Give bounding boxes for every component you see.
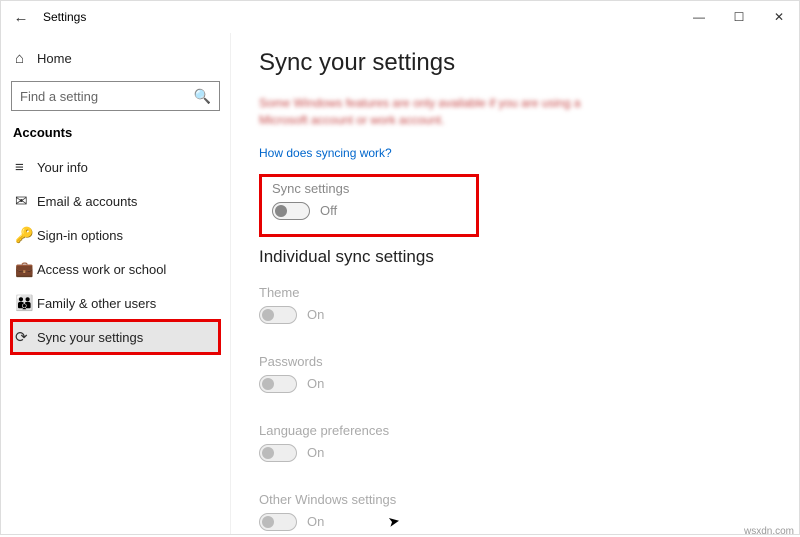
sync-settings-label: Sync settings [272,181,466,196]
sidebar-item-your-info[interactable]: ≡ Your info [11,150,220,184]
email-icon: ✉ [15,192,37,210]
window-body: ⌂ Home Find a setting 🔍 Accounts ≡ Your … [1,33,799,534]
home-label: Home [37,51,72,66]
individual-theme: Theme On [259,279,779,348]
settings-window: ← Settings — ☐ ✕ ⌂ Home Find a setting 🔍… [0,0,800,535]
sync-settings-toggle[interactable] [272,202,310,220]
sidebar-item-label: Email & accounts [37,194,137,209]
minimize-button[interactable]: — [679,1,719,33]
sync-settings-state: Off [320,203,337,218]
content-panel: Sync your settings Some Windows features… [231,33,799,534]
individual-other: Other Windows settings On [259,486,779,534]
sidebar-home[interactable]: ⌂ Home [11,41,220,75]
theme-toggle[interactable] [259,306,297,324]
other-label: Other Windows settings [259,492,779,507]
sidebar-item-family-users[interactable]: 👪 Family & other users [11,286,220,320]
sidebar-item-access-work-school[interactable]: 💼 Access work or school [11,252,220,286]
other-state: On [307,514,324,529]
sidebar-item-label: Access work or school [37,262,166,277]
sync-settings-toggle-row: Off [272,202,466,220]
individual-heading: Individual sync settings [259,247,779,267]
search-placeholder: Find a setting [20,89,98,104]
language-toggle[interactable] [259,444,297,462]
how-syncing-link[interactable]: How does syncing work? [259,146,392,160]
close-button[interactable]: ✕ [759,1,799,33]
passwords-state: On [307,376,324,391]
key-icon: 🔑 [15,226,37,244]
sidebar-item-signin-options[interactable]: 🔑 Sign-in options [11,218,220,252]
individual-language: Language preferences On [259,417,779,486]
passwords-toggle[interactable] [259,375,297,393]
sidebar: ⌂ Home Find a setting 🔍 Accounts ≡ Your … [1,33,231,534]
language-label: Language preferences [259,423,779,438]
theme-state: On [307,307,324,322]
other-toggle[interactable] [259,513,297,531]
account-notice: Some Windows features are only available… [259,95,589,129]
page-title: Sync your settings [259,49,779,77]
language-state: On [307,445,324,460]
your-info-icon: ≡ [15,159,37,176]
passwords-label: Passwords [259,354,779,369]
window-title: Settings [43,10,86,24]
family-icon: 👪 [15,294,37,312]
search-icon: 🔍 [194,88,211,105]
home-icon: ⌂ [15,50,37,67]
sidebar-item-email-accounts[interactable]: ✉ Email & accounts [11,184,220,218]
maximize-button[interactable]: ☐ [719,1,759,33]
sidebar-item-sync-settings[interactable]: ⟳ Sync your settings [11,320,220,354]
individual-passwords: Passwords On [259,348,779,417]
watermark: wsxdn.com [744,526,794,537]
briefcase-icon: 💼 [15,260,37,278]
window-controls: — ☐ ✕ [679,1,799,33]
sync-settings-block: Sync settings Off [259,174,479,237]
sidebar-item-label: Your info [37,160,88,175]
theme-label: Theme [259,285,779,300]
cursor-icon: ➤ [387,512,402,531]
sync-icon: ⟳ [15,328,37,346]
sidebar-item-label: Family & other users [37,296,156,311]
titlebar: ← Settings — ☐ ✕ [1,1,799,33]
sidebar-item-label: Sync your settings [37,330,143,345]
search-input[interactable]: Find a setting 🔍 [11,81,220,111]
back-icon[interactable]: ← [11,9,31,26]
sidebar-section-label: Accounts [13,125,220,140]
sidebar-item-label: Sign-in options [37,228,123,243]
